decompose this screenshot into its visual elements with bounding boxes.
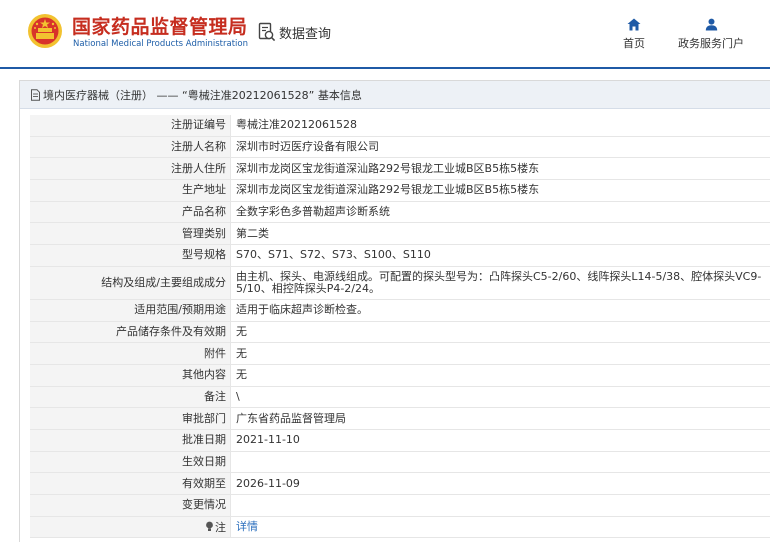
data-query-link[interactable]: 数据查询 bbox=[258, 21, 331, 43]
table-row: 管理类别 第二类 bbox=[30, 222, 770, 246]
breadcrumb-text: 境内医疗器械（注册） —— “粤械注准20212061528” 基本信息 bbox=[43, 88, 362, 102]
header-divider bbox=[0, 67, 770, 69]
home-icon bbox=[627, 18, 641, 31]
row-value: 适用于临床超声诊断检查。 bbox=[230, 299, 770, 322]
data-query-label: 数据查询 bbox=[279, 26, 332, 42]
row-value: 广东省药品监督管理局 bbox=[230, 407, 770, 430]
row-label: 其他内容 bbox=[30, 364, 231, 387]
table-row: 生效日期 bbox=[30, 451, 770, 474]
user-icon bbox=[705, 18, 717, 31]
site-subtitle: National Medical Products Administration bbox=[73, 39, 248, 49]
document-icon bbox=[31, 88, 40, 101]
row-label: 生效日期 bbox=[30, 451, 231, 474]
breadcrumb: 境内医疗器械（注册） —— “粤械注准20212061528” 基本信息 bbox=[20, 81, 770, 109]
table-row: 注册人名称 深圳市时迈医疗设备有限公司 bbox=[30, 136, 770, 159]
row-label: 附件 bbox=[30, 342, 231, 365]
note-label: 注 bbox=[30, 516, 231, 539]
row-label: 型号规格 bbox=[30, 244, 231, 267]
table-row: 生产地址 深圳市龙岗区宝龙街道深汕路292号银龙工业城B区B5栋5楼东 bbox=[30, 179, 770, 202]
row-label: 结构及组成/主要组成成分 bbox=[30, 266, 231, 300]
table-row: 注册人住所 深圳市龙岗区宝龙街道深汕路292号银龙工业城B区B5栋5楼东 bbox=[30, 157, 770, 181]
row-label: 管理类别 bbox=[30, 222, 231, 246]
table-row: 附件 无 bbox=[30, 342, 770, 365]
row-value: 深圳市龙岗区宝龙街道深汕路292号银龙工业城B区B5栋5楼东 bbox=[230, 179, 770, 202]
row-value: 无 bbox=[230, 321, 770, 344]
row-label: 批准日期 bbox=[30, 429, 231, 452]
row-value: 粤械注准20212061528 bbox=[230, 115, 770, 137]
row-value: 无 bbox=[230, 364, 770, 387]
table-row: 有效期至 2026-11-09 bbox=[30, 472, 770, 495]
row-label: 注册人名称 bbox=[30, 136, 231, 159]
row-value: 第二类 bbox=[230, 222, 770, 246]
table-row: 结构及组成/主要组成成分 由主机、探头、电源线组成。可配置的探头型号为：凸阵探头… bbox=[30, 266, 770, 300]
row-value: S70、S71、S72、S73、S100、S110 bbox=[230, 244, 770, 267]
table-row: 注 详情 bbox=[30, 516, 770, 539]
row-label: 有效期至 bbox=[30, 472, 231, 495]
table-row: 批准日期 2021-11-10 bbox=[30, 429, 770, 452]
details-link[interactable]: 详情 bbox=[236, 520, 258, 533]
row-value: 无 bbox=[230, 342, 770, 365]
row-label: 审批部门 bbox=[30, 407, 231, 430]
table-row: 产品储存条件及有效期 无 bbox=[30, 321, 770, 344]
nav-service-portal-label: 政务服务门户 bbox=[678, 37, 744, 50]
table-row: 审批部门 广东省药品监督管理局 bbox=[30, 407, 770, 430]
registration-info-table: 注册证编号 粤械注准20212061528 注册人名称 深圳市时迈医疗设备有限公… bbox=[30, 115, 770, 539]
data-query-icon bbox=[258, 22, 276, 42]
row-value: \ bbox=[230, 386, 770, 409]
row-label: 备注 bbox=[30, 386, 231, 409]
row-value: 2026-11-09 bbox=[230, 472, 770, 495]
note-label-text: 注 bbox=[215, 520, 226, 534]
table-row: 备注 \ bbox=[30, 386, 770, 409]
table-row: 适用范围/预期用途 适用于临床超声诊断检查。 bbox=[30, 299, 770, 322]
nav-home-label: 首页 bbox=[623, 37, 645, 50]
table-row: 注册证编号 粤械注准20212061528 bbox=[30, 115, 770, 137]
row-label: 产品储存条件及有效期 bbox=[30, 321, 231, 344]
table-row: 产品名称 全数字彩色多普勒超声诊断系统 bbox=[30, 201, 770, 224]
row-label: 变更情况 bbox=[30, 494, 231, 517]
row-value: 深圳市时迈医疗设备有限公司 bbox=[230, 136, 770, 159]
detail-panel: 境内医疗器械（注册） —— “粤械注准20212061528” 基本信息 注册证… bbox=[19, 80, 770, 542]
row-label: 产品名称 bbox=[30, 201, 231, 224]
row-value: 详情 bbox=[230, 516, 770, 539]
row-label: 注册证编号 bbox=[30, 115, 231, 137]
national-emblem-icon bbox=[28, 14, 62, 48]
nav-home[interactable]: 首页 bbox=[616, 18, 652, 51]
row-value bbox=[230, 494, 770, 517]
lightbulb-icon bbox=[206, 521, 213, 531]
row-value: 全数字彩色多普勒超声诊断系统 bbox=[230, 201, 770, 224]
row-value: 2021-11-10 bbox=[230, 429, 770, 452]
nav-service-portal[interactable]: 政务服务门户 bbox=[666, 18, 756, 51]
table-row: 变更情况 bbox=[30, 494, 770, 517]
table-row: 型号规格 S70、S71、S72、S73、S100、S110 bbox=[30, 244, 770, 267]
row-value: 深圳市龙岗区宝龙街道深汕路292号银龙工业城B区B5栋5楼东 bbox=[230, 157, 770, 181]
row-label: 注册人住所 bbox=[30, 157, 231, 181]
site-header: 国家药品监督管理局 National Medical Products Admi… bbox=[0, 0, 770, 68]
row-label: 适用范围/预期用途 bbox=[30, 299, 231, 322]
site-title: 国家药品监督管理局 bbox=[72, 16, 248, 38]
row-label: 生产地址 bbox=[30, 179, 231, 202]
row-value bbox=[230, 451, 770, 474]
table-row: 其他内容 无 bbox=[30, 364, 770, 387]
row-value: 由主机、探头、电源线组成。可配置的探头型号为：凸阵探头C5-2/60、线阵探头L… bbox=[230, 266, 770, 300]
